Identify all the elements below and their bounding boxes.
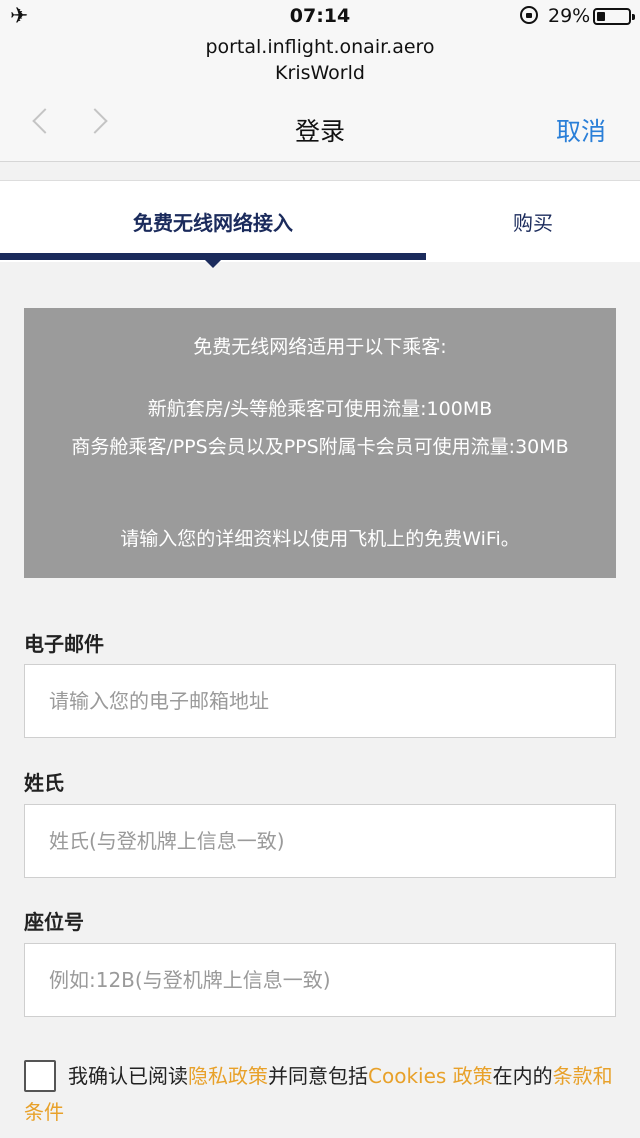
consent-suffix: 在内的 xyxy=(492,1064,553,1088)
status-bar: ✈ 07:14 29% xyxy=(0,0,640,34)
battery-percent: 29% xyxy=(548,5,591,27)
surname-label: 姓氏 xyxy=(24,771,64,795)
email-field[interactable] xyxy=(25,665,615,737)
url-text[interactable]: portal.inflight.onair.aero xyxy=(0,36,640,58)
info-line-3: 商务舱乘客/PPS会员以及PPS附属卡会员可使用流量:30MB xyxy=(71,436,569,458)
active-tab-indicator xyxy=(0,253,426,260)
browser-header: portal.inflight.onair.aero KrisWorld 登录 … xyxy=(0,34,640,162)
site-name: KrisWorld xyxy=(275,62,365,84)
email-field-wrapper xyxy=(24,664,616,738)
cancel-button[interactable]: 取消 xyxy=(556,112,606,148)
rotation-lock-icon xyxy=(520,6,538,24)
seat-field-wrapper xyxy=(24,943,616,1017)
email-label: 电子邮件 xyxy=(24,632,104,656)
cookies-policy-link[interactable]: Cookies 政策 xyxy=(368,1064,493,1088)
info-line-4: 请输入您的详细资料以使用飞机上的免费WiFi。 xyxy=(120,528,520,550)
info-box: 免费无线网络适用于以下乘客: 新航套房/头等舱乘客可使用流量:100MB 商务舱… xyxy=(24,308,616,578)
tab-free-wifi[interactable]: 免费无线网络接入 xyxy=(0,181,426,261)
battery-icon xyxy=(593,8,635,25)
surname-field-wrapper xyxy=(24,804,616,878)
consent-middle: 并同意包括 xyxy=(268,1064,368,1088)
surname-field[interactable] xyxy=(25,805,615,877)
tab-bar: 免费无线网络接入 购买 xyxy=(0,180,640,268)
seat-number-field[interactable] xyxy=(25,944,615,1016)
consent-text: 我确认已阅读隐私政策并同意包括Cookies 政策在内的条款和条件 xyxy=(24,1058,616,1130)
page-title: 登录 xyxy=(294,117,345,146)
seat-label: 座位号 xyxy=(24,910,84,934)
tab-purchase[interactable]: 购买 xyxy=(426,181,640,261)
info-line-2: 新航套房/头等舱乘客可使用流量:100MB xyxy=(147,398,493,420)
status-time: 07:14 xyxy=(289,5,351,27)
active-tab-caret xyxy=(205,260,221,268)
consent-prefix: 我确认已阅读 xyxy=(68,1064,188,1088)
privacy-policy-link[interactable]: 隐私政策 xyxy=(188,1064,268,1088)
info-line-1: 免费无线网络适用于以下乘客: xyxy=(193,336,447,358)
